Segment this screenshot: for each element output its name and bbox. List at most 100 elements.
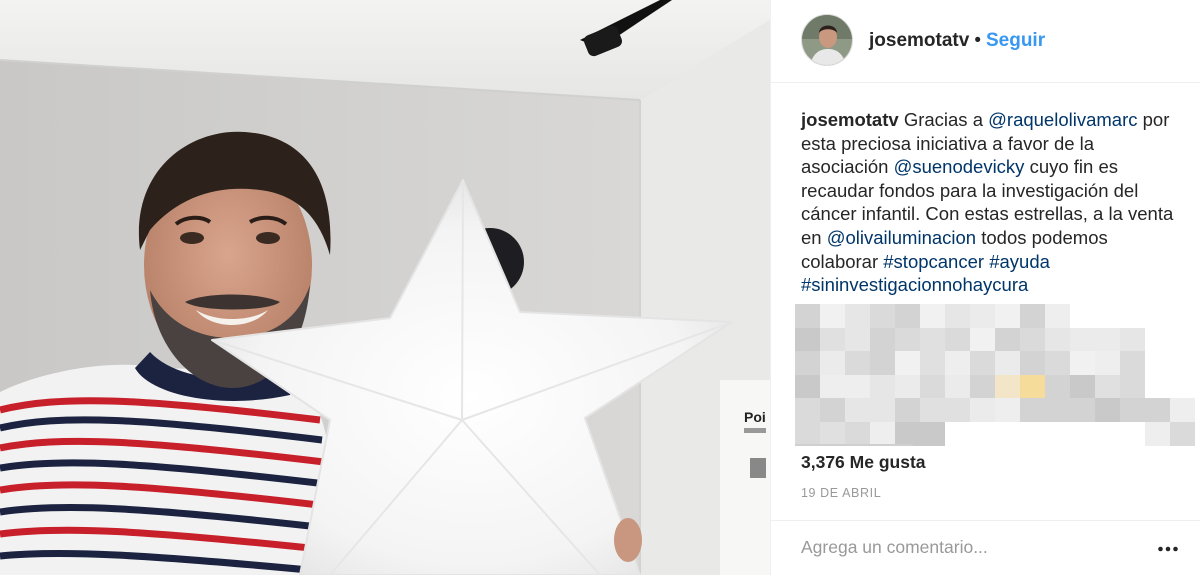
blur-tile (1070, 351, 1095, 375)
blur-tile (1045, 422, 1070, 446)
blurred-region (795, 304, 1195, 446)
blur-tile (920, 327, 945, 352)
caption-hashtag[interactable]: #stopcancer (883, 251, 984, 272)
blur-tile (920, 374, 945, 399)
blur-tile (895, 304, 920, 328)
blur-tile (1145, 422, 1170, 446)
blur-tile (920, 422, 945, 446)
blur-tile (795, 398, 820, 422)
blur-tile (820, 327, 845, 352)
blur-tile (845, 304, 870, 328)
blur-tile (945, 351, 970, 375)
blur-tile (970, 374, 995, 399)
blur-tile (1120, 398, 1145, 422)
blur-tile (1120, 374, 1145, 399)
blur-tile (1045, 327, 1070, 352)
blur-tile (970, 398, 995, 422)
blur-tile (1020, 422, 1045, 446)
blur-tile (1045, 398, 1070, 422)
blur-tile (1095, 374, 1120, 399)
caption-mention[interactable]: @raquelolivamarc (988, 109, 1137, 130)
blur-tile (795, 374, 820, 399)
blur-tile (820, 398, 845, 422)
blur-tile (1045, 304, 1070, 328)
caption-mention[interactable]: @suenodevicky (894, 156, 1025, 177)
blur-tile (1095, 327, 1120, 352)
blur-tile (845, 351, 870, 375)
post-caption: josemotatv Gracias a @raquelolivamarc po… (801, 108, 1181, 297)
blur-tile (995, 351, 1020, 375)
blur-tile (870, 304, 895, 328)
blur-tile (895, 422, 920, 446)
blur-tile (1045, 374, 1070, 399)
blur-tile (1020, 374, 1045, 399)
blur-tile (870, 398, 895, 422)
blur-tile (1145, 398, 1170, 422)
blur-tile (1120, 351, 1145, 375)
svg-text:Poi: Poi (744, 409, 766, 425)
blur-tile (795, 327, 820, 352)
blur-tile (870, 351, 895, 375)
blur-tile (845, 398, 870, 422)
blur-tile (1120, 327, 1145, 352)
comment-input[interactable] (801, 533, 1121, 561)
blur-tile (1070, 374, 1095, 399)
blur-tile (995, 304, 1020, 328)
header-line: josemotatv • Seguir (869, 30, 1045, 52)
blur-tile (1020, 304, 1045, 328)
post-photo[interactable]: Poi (0, 0, 770, 575)
caption-hashtag[interactable]: #sininvestigacionnohaycura (801, 274, 1028, 295)
blur-tile (970, 351, 995, 375)
blur-tile (945, 374, 970, 399)
caption-mention[interactable]: @olivailuminacion (827, 227, 976, 248)
blur-tile (870, 422, 895, 446)
blur-tile (870, 327, 895, 352)
blur-tile (820, 374, 845, 399)
wall-poster: Poi (720, 380, 770, 575)
blur-tile (945, 422, 970, 446)
blur-tile (945, 327, 970, 352)
blur-tile (1070, 398, 1095, 422)
header-separator: • (974, 30, 981, 51)
likes-count[interactable]: 3,376 Me gusta (801, 452, 926, 473)
blur-tile (970, 327, 995, 352)
blur-tile (895, 327, 920, 352)
caption-hashtag[interactable]: #ayuda (989, 251, 1050, 272)
blur-tile (970, 304, 995, 328)
post-header: josemotatv • Seguir (771, 0, 1200, 83)
blur-underline (795, 444, 913, 446)
follow-button[interactable]: Seguir (986, 30, 1045, 51)
avatar[interactable] (801, 14, 853, 66)
blur-tile (795, 304, 820, 328)
blur-tile (895, 374, 920, 399)
blur-tile (820, 304, 845, 328)
blur-tile (845, 422, 870, 446)
blur-tile (1095, 351, 1120, 375)
caption-text: Gracias a (903, 109, 989, 130)
blur-tile (920, 398, 945, 422)
blur-tile (920, 304, 945, 328)
comment-bar (771, 520, 1200, 576)
header-username[interactable]: josemotatv (869, 30, 969, 51)
avatar-image (802, 15, 852, 65)
blur-tile (1020, 351, 1045, 375)
blur-tile (945, 304, 970, 328)
caption-username[interactable]: josemotatv (801, 109, 899, 130)
blur-tile (795, 422, 820, 446)
more-options-icon[interactable] (1156, 537, 1180, 561)
blur-tile (1070, 327, 1095, 352)
blur-tile (795, 351, 820, 375)
blur-tile (845, 327, 870, 352)
blur-tile (820, 422, 845, 446)
blur-tile (1095, 398, 1120, 422)
blur-tile (820, 351, 845, 375)
blur-tile (920, 351, 945, 375)
blur-tile (1020, 327, 1045, 352)
post-date[interactable]: 19 DE ABRIL (801, 486, 881, 500)
blur-tile (995, 422, 1020, 446)
blur-tile (845, 374, 870, 399)
instagram-post: Poi josemotatv • Seguir josemotatv Graci… (0, 0, 1200, 575)
blur-tile (1020, 398, 1045, 422)
blur-tile (1045, 351, 1070, 375)
blur-tile (995, 327, 1020, 352)
